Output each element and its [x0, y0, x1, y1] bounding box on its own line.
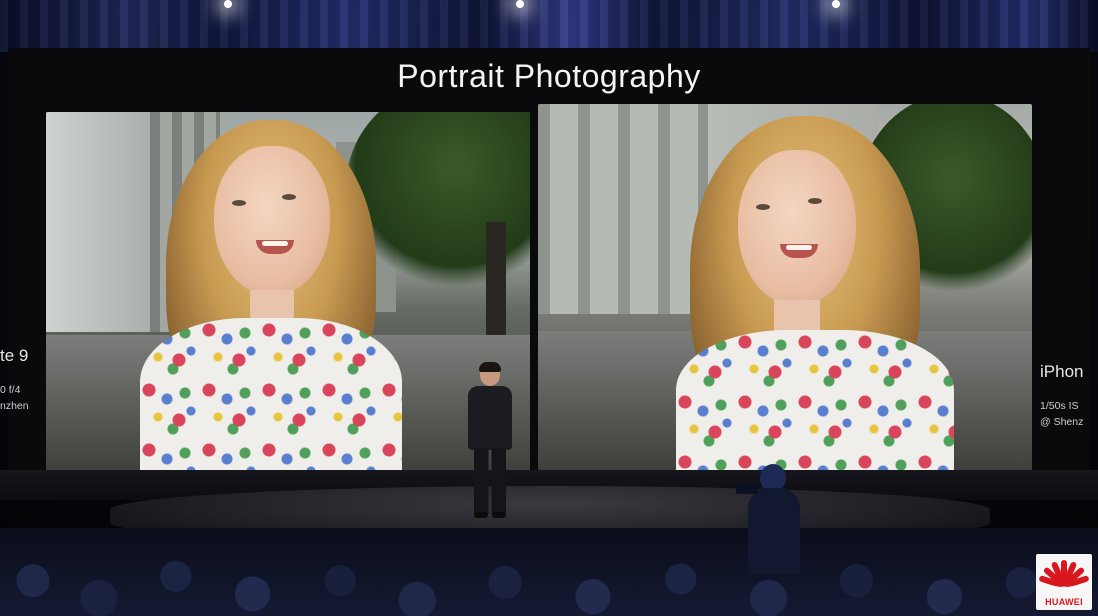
left-exposure: 0 f/4 — [0, 384, 21, 396]
right-device-model: iPhon — [1040, 362, 1084, 381]
huawei-logo: HUAWEI — [1036, 554, 1092, 610]
face — [214, 146, 330, 296]
eye — [808, 198, 822, 204]
left-location: nzhen — [0, 400, 29, 412]
camera-operator-body — [748, 488, 800, 574]
presenter — [462, 362, 518, 520]
eye — [756, 204, 770, 210]
right-location: @ Shenz — [1040, 416, 1084, 428]
audience — [0, 528, 1098, 616]
shoe — [492, 512, 506, 518]
camera-operator — [736, 464, 804, 574]
presenter-legs — [474, 448, 506, 514]
spotlight — [516, 0, 524, 8]
shoe — [474, 512, 488, 518]
face — [738, 150, 856, 306]
spotlight — [832, 0, 840, 8]
keynote-stage-photo: Portrait Photography te 9 0 f/4 nzhen iP… — [0, 0, 1098, 616]
spotlight — [224, 0, 232, 8]
stage-lighting-rig — [0, 0, 1098, 52]
left-portrait-photo — [46, 112, 530, 472]
left-device-model: te 9 — [0, 346, 29, 365]
presenter-hair — [479, 362, 501, 372]
left-camera-caption: te 9 0 f/4 nzhen — [0, 346, 44, 416]
right-camera-caption: iPhon 1/50s IS @ Shenz — [1040, 362, 1098, 432]
logo-wordmark: HUAWEI — [1045, 597, 1083, 607]
presenter-jacket — [468, 386, 512, 450]
tree-trunk — [486, 222, 506, 352]
slide-title: Portrait Photography — [397, 58, 701, 94]
video-camera-icon — [736, 484, 758, 494]
right-exposure: 1/50s IS — [1040, 400, 1079, 412]
building — [538, 104, 708, 314]
eye — [282, 194, 296, 200]
eye — [232, 200, 246, 206]
right-portrait-photo — [538, 104, 1032, 470]
floral-blouse — [676, 330, 954, 470]
floral-blouse — [140, 318, 402, 472]
huawei-petals-icon — [1038, 558, 1090, 592]
